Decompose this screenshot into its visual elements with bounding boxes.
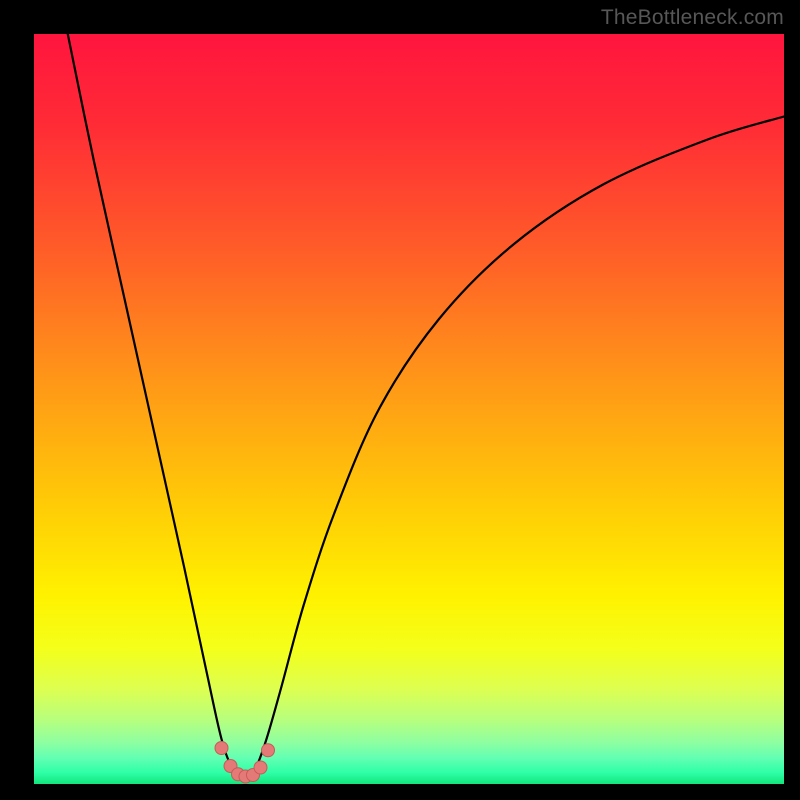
chart-svg	[34, 34, 784, 784]
bottleneck-curve	[68, 34, 784, 780]
marker-dot	[262, 744, 275, 757]
marker-dot	[254, 761, 267, 774]
marker-dot	[215, 742, 228, 755]
highlight-markers	[215, 742, 275, 784]
plot-area	[34, 34, 784, 784]
chart-frame: TheBottleneck.com	[0, 0, 800, 800]
watermark-text: TheBottleneck.com	[601, 6, 784, 30]
